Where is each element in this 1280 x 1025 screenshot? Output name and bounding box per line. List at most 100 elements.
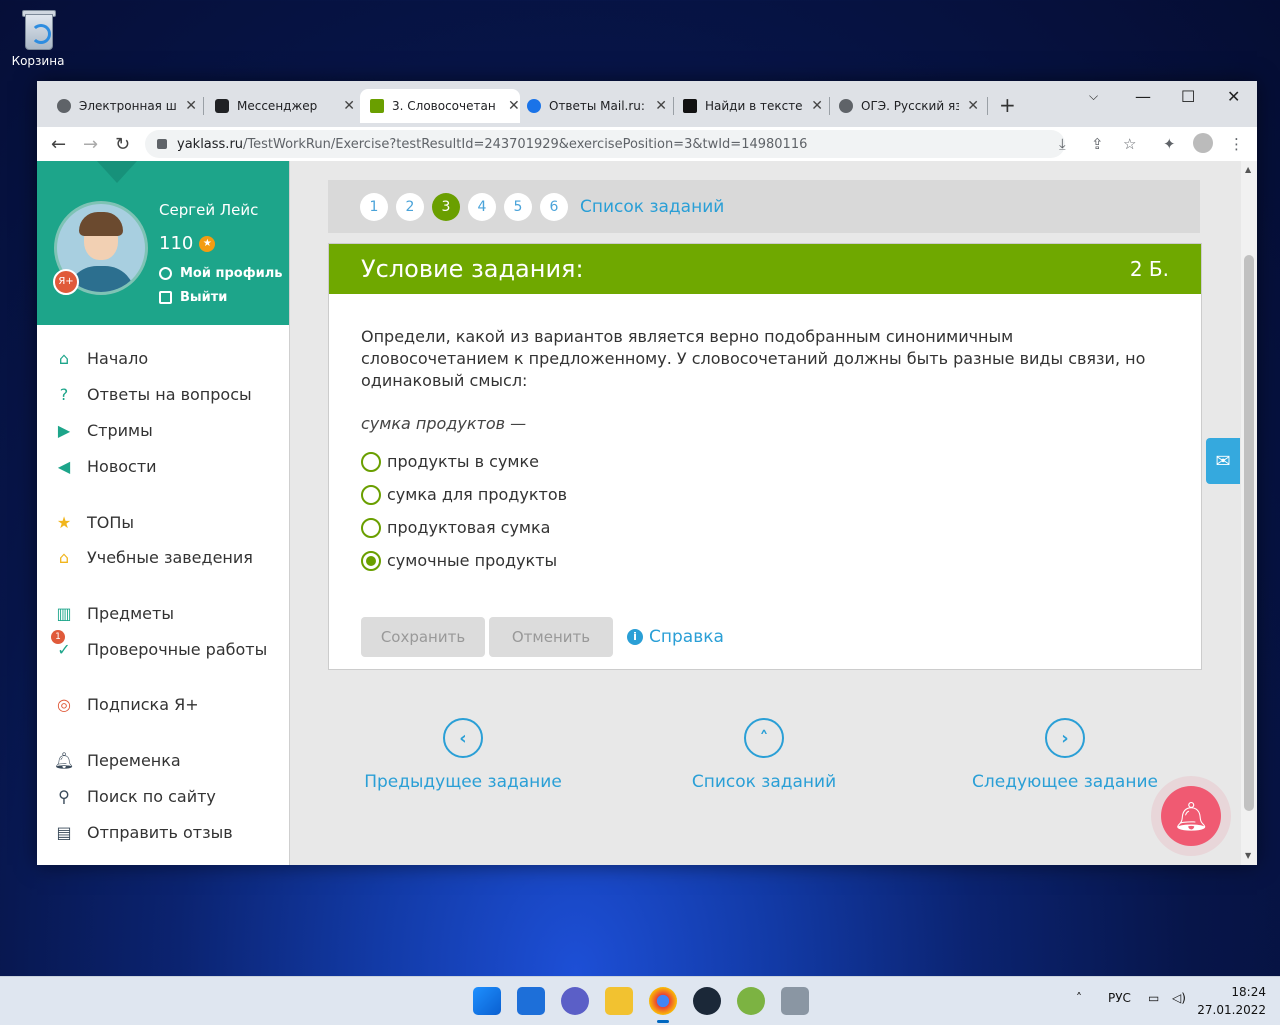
- task-list-bottom-link[interactable]: ˄ Список заданий: [664, 718, 864, 792]
- share-icon[interactable]: ⇪: [1091, 135, 1104, 153]
- tests-count-badge: 1: [51, 630, 65, 644]
- reload-button[interactable]: ↻: [115, 134, 130, 155]
- close-window-button[interactable]: ✕: [1227, 87, 1240, 106]
- answer-option-3[interactable]: продуктовая сумка: [361, 517, 1169, 538]
- menu-kebab-icon[interactable]: ⋮: [1229, 135, 1244, 153]
- widgets-icon[interactable]: [517, 987, 545, 1015]
- scroll-down-arrow-icon[interactable]: ▼: [1245, 851, 1251, 860]
- help-link[interactable]: i Справка: [627, 627, 724, 647]
- steam-icon[interactable]: [693, 987, 721, 1015]
- sidebar-item-subjects[interactable]: ▥ Предметы: [53, 602, 174, 624]
- close-tab-icon[interactable]: ✕: [967, 98, 979, 114]
- tab-search-chevron-icon[interactable]: ⌵: [1089, 89, 1098, 104]
- url-field[interactable]: yaklass.ru/TestWorkRun/Exercise?testResu…: [145, 130, 1065, 158]
- task-points: 2 Б.: [1129, 257, 1169, 281]
- minimize-button[interactable]: —: [1135, 87, 1151, 106]
- answer-option-1[interactable]: продукты в сумке: [361, 451, 1169, 472]
- app-gray-icon[interactable]: [781, 987, 809, 1015]
- radio-button[interactable]: [361, 484, 381, 505]
- my-profile-link[interactable]: Мой профиль: [159, 266, 282, 281]
- sidebar-item-tops[interactable]: ★ ТОПы: [53, 511, 134, 533]
- file-explorer-icon[interactable]: [605, 987, 633, 1015]
- sidebar-item-feedback[interactable]: ▤ Отправить отзыв: [53, 821, 232, 843]
- back-button[interactable]: ←: [51, 134, 66, 155]
- close-tab-icon[interactable]: ✕: [185, 98, 197, 114]
- mailru-answers-icon: [527, 99, 541, 113]
- cancel-button[interactable]: Отменить: [489, 617, 613, 657]
- network-icon[interactable]: ▭: [1148, 991, 1159, 1005]
- home-icon: ⌂: [58, 348, 70, 368]
- recycle-bin-label: Корзина: [11, 54, 65, 68]
- forward-button[interactable]: →: [83, 134, 98, 155]
- user-circle-icon: [159, 267, 172, 280]
- sidebar: Я+ Сергей Лейс 110 ★ Мой профиль Выйти ⌂ Н…: [37, 161, 290, 865]
- previous-task-label: Предыдущее задание: [364, 772, 562, 792]
- chevron-left-icon: ‹: [443, 718, 483, 758]
- tab-title: Мессенджер: [237, 99, 318, 113]
- bookmark-star-icon[interactable]: ☆: [1123, 135, 1136, 153]
- close-tab-icon[interactable]: ✕: [811, 98, 823, 114]
- app-green-icon[interactable]: [737, 987, 765, 1015]
- sidebar-item-break[interactable]: 🔔︎ Переменка: [53, 749, 181, 771]
- tab-5[interactable]: Найди в тексте с ✕: [673, 89, 823, 123]
- chrome-icon[interactable]: [649, 987, 677, 1023]
- bell-icon: 🔔︎: [53, 750, 75, 770]
- install-app-icon[interactable]: ⤓: [1059, 135, 1066, 153]
- close-tab-icon[interactable]: ✕: [655, 98, 667, 114]
- profile-avatar-icon[interactable]: [1193, 133, 1213, 153]
- logout-link[interactable]: Выйти: [159, 290, 227, 305]
- sidebar-item-answers[interactable]: ? Ответы на вопросы: [53, 383, 252, 405]
- tray-chevron-up-icon[interactable]: ˄: [1076, 991, 1082, 1005]
- sidebar-item-search[interactable]: ⚲ Поиск по сайту: [53, 785, 216, 807]
- task-list-link[interactable]: Список заданий: [580, 197, 724, 217]
- recycle-bin-desktop-icon[interactable]: Корзина: [10, 6, 66, 68]
- sidebar-item-subscription[interactable]: ◎ Подписка Я+: [53, 693, 199, 715]
- clock-time: 18:24: [1231, 985, 1266, 999]
- taskbar-clock[interactable]: 18:24 27.01.2022: [1196, 983, 1266, 1019]
- sidebar-item-label: Переменка: [87, 750, 181, 770]
- ya-plus-icon: ◎: [57, 694, 71, 714]
- scrollbar-thumb[interactable]: [1244, 255, 1254, 811]
- pager-item-1[interactable]: 1: [360, 192, 388, 221]
- close-tab-icon[interactable]: ✕: [343, 98, 355, 114]
- notifications-bell-button[interactable]: 🔔︎: [1161, 786, 1221, 846]
- pager-item-4[interactable]: 4: [468, 192, 496, 221]
- sidebar-item-news[interactable]: ◀ Новости: [53, 455, 157, 477]
- tab-1[interactable]: Электронная шк ✕: [47, 89, 197, 123]
- volume-icon[interactable]: ◁): [1172, 991, 1186, 1005]
- tab-6[interactable]: ОГЭ. Русский язы ✕: [829, 89, 979, 123]
- previous-task-link[interactable]: ‹ Предыдущее задание: [363, 718, 563, 792]
- tab-2[interactable]: Мессенджер ✕: [205, 89, 355, 123]
- tab-3-active[interactable]: 3. Словосочетан ✕: [360, 89, 520, 123]
- sidebar-item-tests[interactable]: ✓ 1 Проверочные работы: [51, 630, 267, 660]
- feedback-mail-button[interactable]: ✉: [1206, 438, 1240, 484]
- start-windows-icon[interactable]: [473, 987, 501, 1015]
- radio-button[interactable]: [361, 451, 381, 472]
- pager-item-2[interactable]: 2: [396, 192, 424, 221]
- sidebar-item-streams[interactable]: ▶ Стримы: [53, 419, 153, 441]
- scroll-up-arrow-icon[interactable]: ▲: [1245, 165, 1251, 174]
- extensions-puzzle-icon[interactable]: ✦: [1163, 135, 1176, 153]
- next-task-link[interactable]: › Следующее задание: [965, 718, 1165, 792]
- answer-option-4-selected[interactable]: сумочные продукты: [361, 550, 1169, 571]
- pager-item-3-active[interactable]: 3: [432, 192, 460, 221]
- tab-4[interactable]: Ответы Mail.ru: Ч ✕: [517, 89, 667, 123]
- teams-chat-icon[interactable]: [561, 987, 589, 1015]
- taskbar: ˄ РУС ▭ ◁) 18:24 27.01.2022: [0, 976, 1280, 1025]
- question-icon: ?: [59, 384, 69, 404]
- clock-date: 27.01.2022: [1197, 1003, 1266, 1017]
- save-button[interactable]: Сохранить: [361, 617, 485, 657]
- sidebar-item-schools[interactable]: ⌂ Учебные заведения: [53, 546, 253, 568]
- answer-option-2[interactable]: сумка для продуктов: [361, 484, 1169, 505]
- tab-title: Электронная шк: [79, 99, 178, 113]
- pager-item-6[interactable]: 6: [540, 192, 568, 221]
- sidebar-item-home[interactable]: ⌂ Начало: [53, 347, 148, 369]
- radio-button[interactable]: [361, 517, 381, 538]
- my-profile-label: Мой профиль: [180, 266, 283, 281]
- maximize-button[interactable]: ☐: [1181, 87, 1195, 106]
- pager-item-5[interactable]: 5: [504, 192, 532, 221]
- language-indicator[interactable]: РУС: [1108, 991, 1131, 1005]
- new-tab-button[interactable]: +: [999, 93, 1016, 117]
- page-scrollbar[interactable]: ▲ ▼: [1241, 161, 1257, 865]
- radio-button-selected[interactable]: [361, 550, 381, 571]
